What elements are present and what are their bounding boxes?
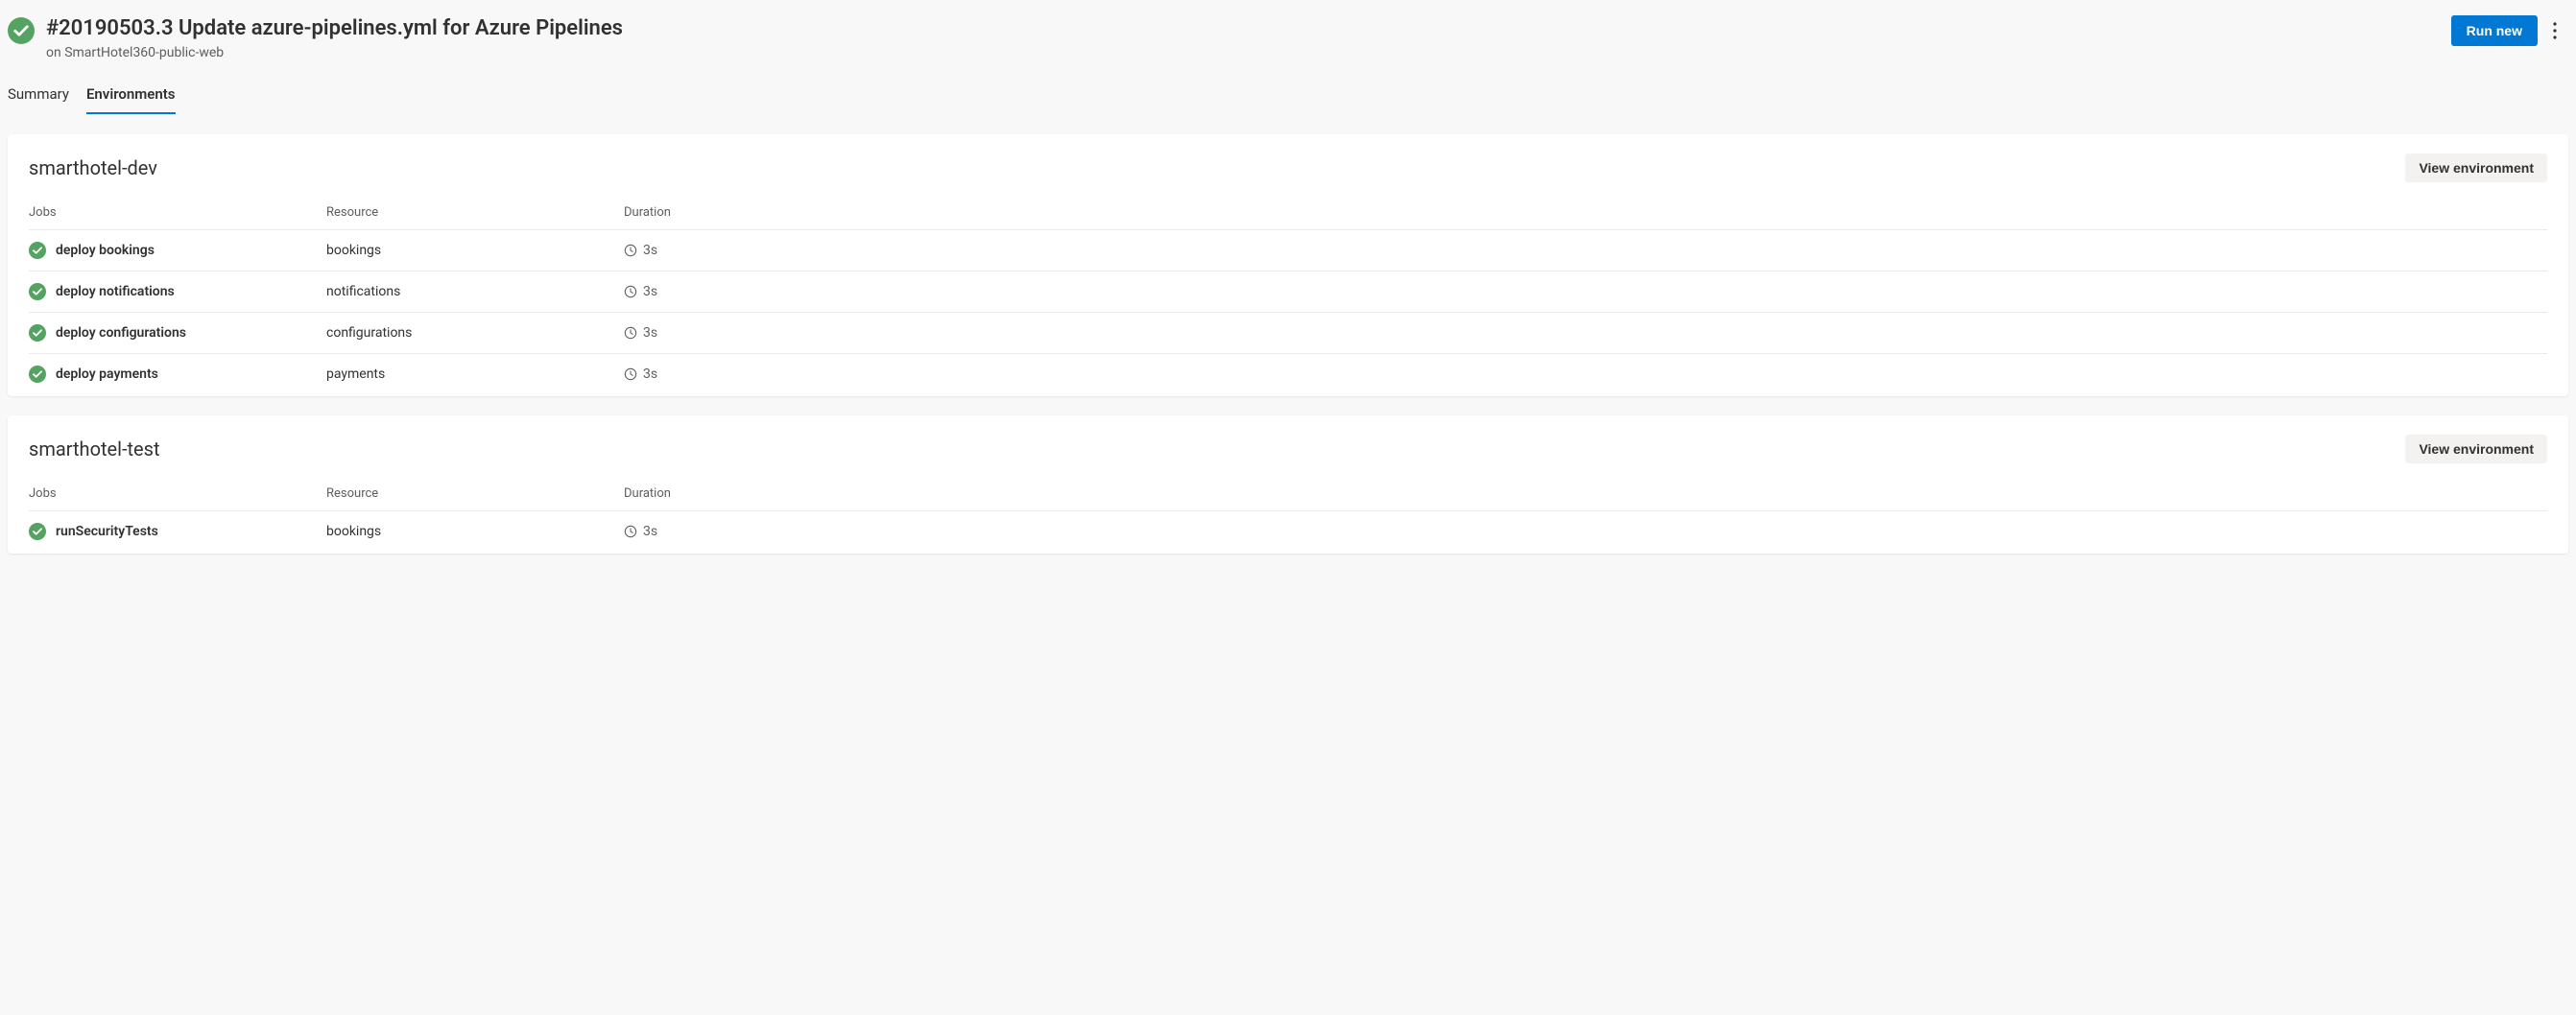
run-new-button[interactable]: Run new — [2451, 15, 2538, 46]
clock-icon — [624, 525, 637, 538]
run-subtitle: on SmartHotel360-public-web — [46, 45, 2440, 60]
job-name: deploy payments — [56, 366, 158, 382]
more-vertical-icon — [2553, 22, 2557, 39]
page-header: #20190503.3 Update azure-pipelines.yml f… — [8, 8, 2568, 60]
success-status-icon — [29, 324, 46, 342]
view-environment-button[interactable]: View environment — [2405, 153, 2547, 182]
environment-card: smarthotel-test View environment Jobs Re… — [8, 415, 2568, 554]
clock-icon — [624, 244, 637, 257]
table-header: Jobs Resource Duration — [29, 198, 2547, 229]
job-row[interactable]: runSecurityTests bookings 3s — [29, 510, 2547, 554]
column-header-jobs: Jobs — [29, 205, 326, 220]
environment-card: smarthotel-dev View environment Jobs Res… — [8, 134, 2568, 396]
tab-environments[interactable]: Environments — [86, 78, 176, 114]
job-name: deploy configurations — [56, 325, 186, 341]
job-name: deploy notifications — [56, 284, 175, 299]
job-duration: 3s — [643, 243, 657, 258]
job-duration: 3s — [643, 325, 657, 341]
job-row[interactable]: deploy bookings bookings 3s — [29, 229, 2547, 271]
job-row[interactable]: deploy payments payments 3s — [29, 353, 2547, 396]
column-header-jobs: Jobs — [29, 486, 326, 501]
resource-name: configurations — [326, 325, 412, 341]
job-duration: 3s — [643, 366, 657, 382]
column-header-duration: Duration — [624, 205, 2547, 220]
column-header-resource: Resource — [326, 486, 624, 501]
resource-name: bookings — [326, 524, 381, 539]
tab-summary[interactable]: Summary — [8, 78, 69, 114]
success-status-icon — [29, 523, 46, 540]
success-status-icon — [8, 17, 35, 44]
resource-name: payments — [326, 366, 385, 382]
more-actions-button[interactable] — [2545, 16, 2564, 45]
resource-name: bookings — [326, 243, 381, 258]
view-environment-button[interactable]: View environment — [2405, 435, 2547, 463]
job-duration: 3s — [643, 284, 657, 299]
success-status-icon — [29, 242, 46, 259]
clock-icon — [624, 367, 637, 381]
clock-icon — [624, 326, 637, 340]
environment-name: smarthotel-test — [29, 437, 160, 460]
tab-bar: Summary Environments — [8, 78, 2568, 115]
job-name: runSecurityTests — [56, 524, 158, 539]
clock-icon — [624, 285, 637, 298]
job-name: deploy bookings — [56, 243, 155, 258]
table-header: Jobs Resource Duration — [29, 479, 2547, 510]
column-header-duration: Duration — [624, 486, 2547, 501]
run-title: #20190503.3 Update azure-pipelines.yml f… — [46, 15, 2440, 43]
job-duration: 3s — [643, 524, 657, 539]
job-row[interactable]: deploy notifications notifications 3s — [29, 271, 2547, 312]
success-status-icon — [29, 283, 46, 300]
resource-name: notifications — [326, 284, 400, 299]
job-row[interactable]: deploy configurations configurations 3s — [29, 312, 2547, 353]
success-status-icon — [29, 366, 46, 383]
column-header-resource: Resource — [326, 205, 624, 220]
environment-name: smarthotel-dev — [29, 156, 157, 179]
